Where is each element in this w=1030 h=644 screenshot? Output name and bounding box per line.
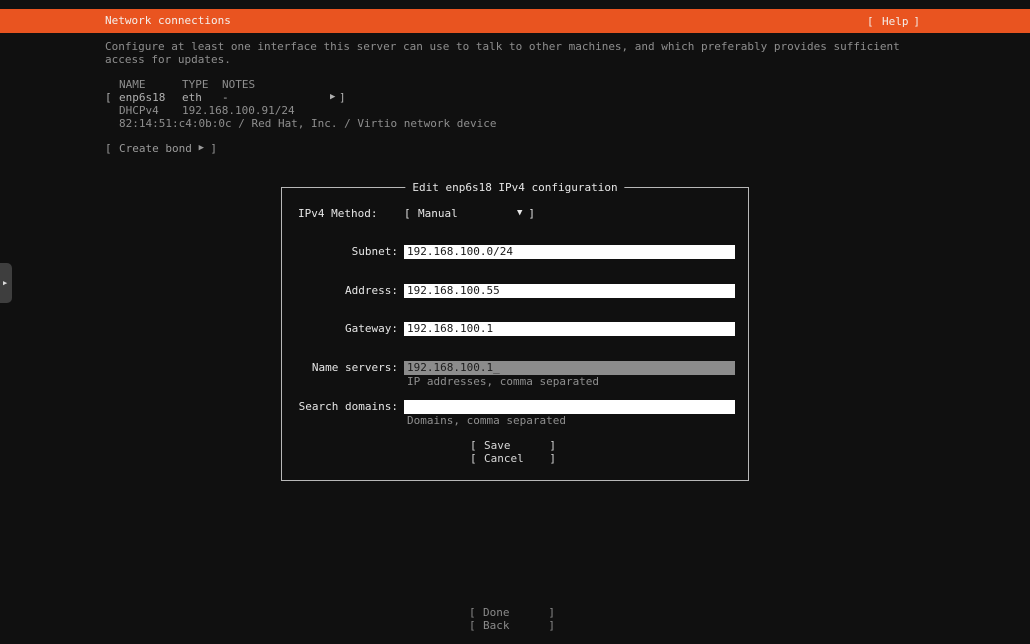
page-title: Network connections [105,9,231,33]
name-servers-help: IP addresses, comma separated [407,375,599,388]
save-button-label: Save [484,439,511,452]
gateway-label: Gateway: [298,322,398,336]
interface-notes: - [222,91,229,104]
dhcp-address: 192.168.100.91/24 [182,104,295,117]
intro-text-line1: Configure at least one interface this se… [105,40,900,53]
back-button[interactable]: [ Back ] [469,619,555,632]
ipv4-method-value: Manual [418,207,458,220]
dialog-title: Edit enp6s18 IPv4 configuration [405,181,624,194]
dhcp-label: DHCPv4 [119,104,159,117]
hardware-info: 82:14:51:c4:0b:0c / Red Hat, Inc. / Virt… [119,117,497,130]
search-domains-input[interactable] [404,400,735,414]
bracket: [ [469,606,476,619]
interface-name: enp6s18 [119,91,165,104]
cancel-button[interactable]: [ Cancel ] [470,452,556,465]
done-button-label: Done [483,606,510,619]
ipv4-method-dropdown[interactable]: [ Manual ▼ ] [404,207,535,220]
search-domains-help: Domains, comma separated [407,414,566,427]
name-servers-label: Name servers: [298,361,398,375]
edit-ipv4-dialog: Edit enp6s18 IPv4 configuration IPv4 Met… [281,187,749,481]
bracket: ] [210,142,217,155]
column-name: NAME [119,78,146,91]
bracket: ] [549,452,556,465]
done-button[interactable]: [ Done ] [469,606,555,619]
bracket: [ [105,142,112,155]
help-button[interactable]: [ Help ] [867,15,920,28]
bracket: [ [470,452,477,465]
column-notes: NOTES [222,78,255,91]
name-servers-value: 192.168.100.1 [407,361,493,374]
save-button[interactable]: [ Save ] [470,439,556,452]
bracket: ] [339,91,346,104]
subnet-input[interactable] [404,245,735,259]
submenu-arrow-icon: ▶ [199,142,204,155]
subnet-label: Subnet: [298,245,398,259]
name-servers-input[interactable]: 192.168.100.1_ [404,361,735,375]
interface-type: eth [182,91,202,104]
create-bond-label: Create bond [119,142,192,155]
bracket: ] [548,619,555,632]
expand-arrow-icon: ▶ [3,276,7,290]
bracket: [ [105,91,112,104]
create-bond-button[interactable]: [ Create bond ▶ ] [105,142,217,155]
column-type: TYPE [182,78,209,91]
gateway-input[interactable] [404,322,735,336]
text-cursor: _ [493,361,500,374]
installer-screen: Network connections [ Help ] Configure a… [0,0,1030,644]
chevron-down-icon: ▼ [517,207,522,220]
bracket: [ [470,439,477,452]
intro-text-line2: access for updates. [105,53,231,66]
bracket: ] [549,439,556,452]
header-bar: Network connections [ Help ] [0,9,1030,33]
interface-row[interactable]: [ enp6s18 eth - ▶ ] [105,91,346,104]
bracket: [ [469,619,476,632]
bracket: ] [548,606,555,619]
help-button-label: Help [882,15,909,28]
ipv4-method-label: IPv4 Method: [298,207,377,220]
drawer-handle[interactable]: ▶ [0,263,12,303]
address-input[interactable] [404,284,735,298]
bracket: ] [913,15,920,28]
bracket: [ [404,207,411,220]
submenu-arrow-icon: ▶ [330,91,335,104]
address-label: Address: [298,284,398,298]
search-domains-label: Search domains: [298,400,398,414]
bracket: [ [867,15,874,28]
back-button-label: Back [483,619,510,632]
bracket: ] [528,207,535,220]
cancel-button-label: Cancel [484,452,524,465]
